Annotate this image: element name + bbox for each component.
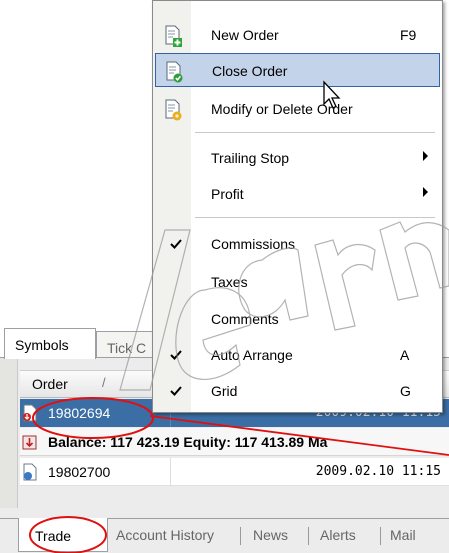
order-number: 19802700 [48, 464, 111, 480]
menu-label: Taxes [211, 274, 248, 290]
tab-mail[interactable]: Mail [390, 527, 416, 543]
modify-order-icon [165, 99, 182, 121]
menu-label: Auto Arrange [211, 347, 293, 363]
table-row[interactable]: 19802700 2009.02.10 11:15 [20, 458, 449, 486]
menu-label: Commissions [211, 236, 296, 252]
checkmark-icon [170, 350, 182, 360]
menu-label: Grid [211, 383, 238, 399]
order-number: 19802694 [48, 405, 111, 421]
menu-label: New Order [211, 27, 279, 43]
menu-item-comments[interactable]: Comments [155, 302, 440, 336]
menu-label: Trailing Stop [211, 150, 290, 166]
submenu-arrow-icon [423, 151, 428, 161]
menu-separator [195, 217, 435, 218]
menu-label: Profit [211, 186, 244, 202]
tab-separator [240, 527, 241, 545]
order-time: 2009.02.10 11:15 [315, 464, 441, 479]
menu-shortcut: F9 [400, 27, 417, 43]
menu-item-grid[interactable]: Grid G [155, 374, 440, 408]
tab-account-history[interactable]: Account History [116, 527, 214, 543]
column-header-order[interactable]: Order [32, 376, 68, 392]
tab-alerts[interactable]: Alerts [320, 527, 356, 543]
order-document-icon [23, 463, 37, 481]
context-menu: New Order F9 Close Order Modify or Delet… [152, 0, 443, 413]
terminal-side-strip [0, 358, 18, 508]
menu-item-auto-arrange[interactable]: Auto Arrange A [155, 338, 440, 372]
menu-item-profit[interactable]: Profit [155, 177, 440, 211]
sort-indicator-icon: / [102, 375, 106, 390]
tab-trade[interactable]: Trade [18, 518, 108, 552]
balance-text: Balance: 117 423.19 Equity: 117 413.89 M… [48, 434, 328, 450]
close-order-icon [166, 61, 183, 83]
balance-icon [22, 435, 37, 450]
menu-shortcut: G [400, 383, 411, 399]
checkmark-icon [170, 386, 182, 396]
tab-separator [380, 527, 381, 545]
terminal-tabbar: Trade Account History News Alerts Mail [0, 518, 449, 553]
cell-divider [170, 458, 171, 486]
tab-separator [308, 527, 309, 545]
menu-separator [195, 132, 435, 133]
balance-row: Balance: 117 423.19 Equity: 117 413.89 M… [20, 428, 449, 456]
menu-item-close-order[interactable]: Close Order [155, 53, 440, 87]
tab-symbols[interactable]: Symbols [4, 328, 96, 359]
mouse-cursor-icon [323, 80, 341, 109]
menu-item-commissions[interactable]: Commissions [155, 227, 440, 261]
new-order-icon [165, 25, 182, 47]
tab-news[interactable]: News [253, 527, 288, 543]
menu-item-new-order[interactable]: New Order F9 [155, 18, 440, 52]
buy-order-icon [23, 404, 37, 422]
menu-item-taxes[interactable]: Taxes [155, 265, 440, 299]
menu-shortcut: A [400, 347, 410, 363]
menu-label: Close Order [212, 63, 288, 79]
checkmark-icon [170, 239, 182, 249]
menu-item-modify-or-delete-order[interactable]: Modify or Delete Order [155, 92, 440, 126]
menu-label: Comments [211, 311, 279, 327]
menu-item-trailing-stop[interactable]: Trailing Stop [155, 141, 440, 175]
submenu-arrow-icon [423, 187, 428, 197]
